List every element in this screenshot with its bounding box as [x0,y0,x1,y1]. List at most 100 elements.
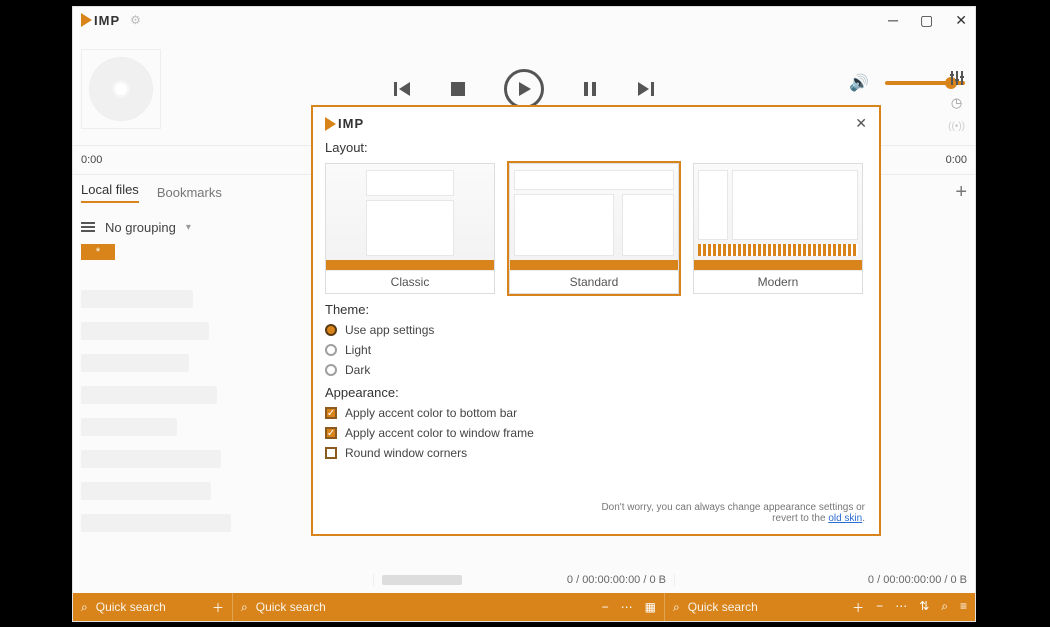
theme-option-dark[interactable]: Dark [325,363,867,377]
old-skin-link[interactable]: old skin [828,513,862,524]
add-button[interactable]: ＋ [212,599,224,616]
chevron-down-icon[interactable]: ▾ [186,222,191,233]
stats-right: 0 / 00:00:00:00 / 0 B [868,574,967,586]
layout-caption: Classic [326,270,494,293]
playlist-area [73,260,223,532]
footer: 0 / 00:00:00:00 / 0 B 0 / 00:00:00:00 / … [73,567,975,621]
grid-view-icon[interactable]: ▦ [645,600,656,614]
layout-caption: Standard [510,270,678,293]
theme-option-app[interactable]: Use app settings [325,323,867,337]
maximize-button[interactable]: ▢ [920,12,933,29]
radio-icon[interactable]: ((•)) [948,121,965,132]
checkbox-icon [325,447,337,459]
checkbox-icon: ✓ [325,407,337,419]
radio-icon [325,344,337,356]
close-button[interactable]: ✕ [955,12,967,29]
remove-button[interactable]: − [876,599,883,616]
theme-option-light[interactable]: Light [325,343,867,357]
grouping-label[interactable]: No grouping [105,220,176,235]
search-icon[interactable]: ⌕ [673,600,680,615]
layout-thumb-classic [326,164,494,270]
theme-options: Use app settings Light Dark [325,323,867,377]
search-input-3[interactable]: Quick search [688,600,758,614]
bottombar-seg-2: ⌕ Quick search − ⋯ ▦ [233,593,665,621]
add-tab-button[interactable]: + [955,181,967,204]
gear-icon[interactable]: ⚙ [130,13,141,27]
layout-caption: Modern [694,270,862,293]
app-logo: IMP [81,13,120,28]
grouping-icon[interactable] [81,220,95,234]
checkbox-icon: ✓ [325,427,337,439]
menu-icon[interactable]: ≡ [960,599,967,616]
more-button[interactable]: ⋯ [895,599,907,616]
play-button[interactable] [504,69,544,109]
dialog-close-button[interactable]: ✕ [855,115,867,132]
add-button[interactable]: ＋ [852,599,864,616]
search-input-1[interactable]: Quick search [96,600,166,614]
stats-mid: 0 / 00:00:00:00 / 0 B [567,574,666,586]
layout-thumb-modern [694,164,862,270]
logo-icon [325,117,336,131]
check-accent-frame[interactable]: ✓Apply accent color to window frame [325,426,867,440]
logo-text: IMP [338,116,364,131]
dialog-logo: IMP [325,116,364,131]
search-icon[interactable]: ⌕ [241,600,248,615]
more-button[interactable]: ⋯ [621,600,633,614]
list-item [81,354,189,372]
bottombar-seg-1: ⌕ Quick search ＋ [73,593,233,621]
list-item [81,386,217,404]
mini-seg-right: 0 / 00:00:00:00 / 0 B [674,574,975,586]
dialog-header: IMP ✕ [325,115,867,132]
window-controls: ─ ▢ ✕ [888,12,967,29]
list-item [81,322,209,340]
prev-button[interactable] [394,81,412,97]
tab-local-files[interactable]: Local files [81,182,139,203]
check-round-corners[interactable]: Round window corners [325,446,867,460]
titlebar: IMP ⚙ ─ ▢ ✕ [73,7,975,33]
tab-bookmarks[interactable]: Bookmarks [157,185,222,200]
album-art[interactable] [81,49,161,129]
appearance-label: Appearance: [325,385,867,400]
time-total: 0:00 [946,154,967,166]
list-item [81,290,193,308]
time-elapsed: 0:00 [81,154,102,166]
pause-button[interactable] [582,81,598,97]
remove-button[interactable]: − [602,600,609,614]
list-item [81,482,211,500]
radio-icon [325,364,337,376]
logo-icon [81,13,92,27]
app-window: IMP ⚙ ─ ▢ ✕ 🔊 ◷ ((•)) 0:00 0:00 [72,6,976,622]
stop-button[interactable] [450,81,466,97]
bottombar-seg-3: ⌕ Quick search ＋ − ⋯ ⇅ ⌕ ≡ [665,593,975,621]
layout-option-classic[interactable]: Classic [325,163,495,294]
mini-statusbar: 0 / 00:00:00:00 / 0 B 0 / 00:00:00:00 / … [73,567,975,593]
clock-icon[interactable]: ◷ [951,95,962,111]
mini-seg-mid: 0 / 00:00:00:00 / 0 B [373,574,674,586]
dialog-hint: Don't worry, you can always change appea… [585,502,865,524]
minimize-button[interactable]: ─ [888,12,898,29]
side-icons: ◷ ((•)) [948,71,965,132]
sort-icon[interactable]: ⇅ [919,599,929,616]
search-input-2[interactable]: Quick search [256,600,326,614]
equalizer-icon[interactable] [950,71,964,85]
appearance-dialog: IMP ✕ Layout: Classic [311,105,881,536]
logo-text: IMP [94,13,120,28]
appearance-options: ✓Apply accent color to bottom bar ✓Apply… [325,406,867,460]
layout-option-standard[interactable]: Standard [509,163,679,294]
filter-chip-star[interactable]: * [81,244,115,260]
layout-options: Classic Standard Modern [325,163,867,294]
search-icon[interactable]: ⌕ [81,600,88,615]
speaker-icon[interactable]: 🔊 [849,73,869,93]
scroll-thumb[interactable] [382,575,462,585]
bottom-bar: ⌕ Quick search ＋ ⌕ Quick search − ⋯ ▦ ⌕ … [73,593,975,621]
theme-label: Theme: [325,302,867,317]
radio-icon [325,324,337,336]
layout-thumb-standard [510,164,678,270]
list-item [81,450,221,468]
search-button[interactable]: ⌕ [941,599,948,616]
layout-option-modern[interactable]: Modern [693,163,863,294]
transport-controls [394,69,654,109]
layout-label: Layout: [325,140,867,155]
next-button[interactable] [636,81,654,97]
check-accent-bottom[interactable]: ✓Apply accent color to bottom bar [325,406,867,420]
